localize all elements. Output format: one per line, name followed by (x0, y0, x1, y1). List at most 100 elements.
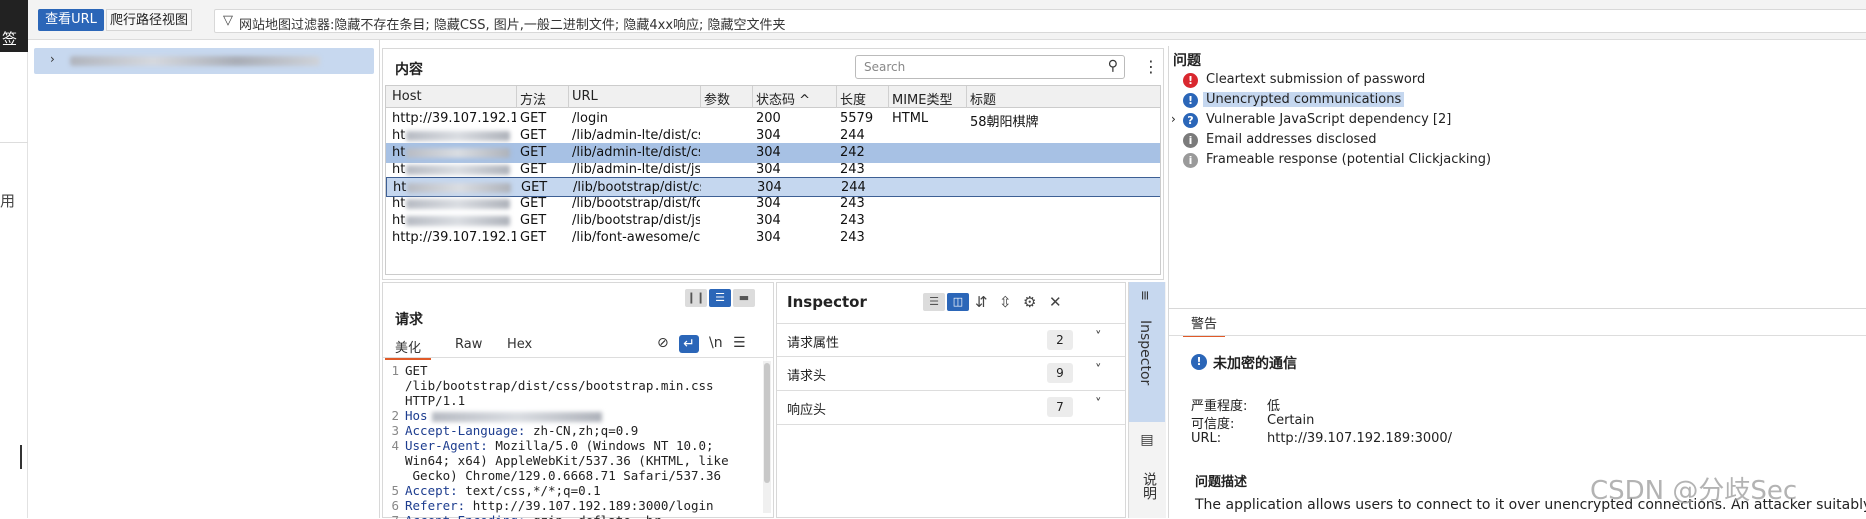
left-edge-glyph-mid: 用 (0, 192, 16, 210)
more-options-icon[interactable]: ⋮ (1143, 57, 1159, 76)
layout-split-horizontal-icon[interactable]: ☰ (709, 289, 731, 307)
side-tab-inspector[interactable]: ≡ Inspector (1129, 282, 1165, 422)
table-cell-status: 304 (756, 128, 781, 143)
column-header[interactable]: Host (392, 89, 422, 104)
header-name: Referer: (405, 498, 466, 513)
search-input[interactable]: Search ⚲ (855, 55, 1125, 79)
tab-advisory[interactable]: 警告 (1183, 313, 1226, 337)
menu-icon[interactable]: ☰ (733, 335, 746, 351)
table-cell-host: http://39.107.192.18 (392, 230, 516, 245)
table-cell-url: /lib/font-awesome/css (572, 230, 700, 245)
inspector-section-count: 2 (1047, 330, 1073, 350)
column-header[interactable]: 长度 (840, 89, 866, 108)
column-resize-handle[interactable] (516, 86, 517, 108)
table-cell-length: 243 (840, 230, 865, 245)
column-header[interactable]: 状态码 ^ (756, 89, 810, 108)
inspector-layout-panel-icon[interactable]: ◫ (947, 293, 969, 311)
request-editor[interactable]: 1 GET/lib/bootstrap/dist/css/bootstrap.mi… (383, 361, 761, 519)
url-row: URL: http://39.107.192.189:3000/ (1191, 431, 1452, 446)
left-edge-cursor (20, 445, 22, 469)
layout-split-vertical-icon[interactable]: ❙❙ (685, 289, 707, 307)
hide-eye-icon[interactable]: ⊘ (657, 335, 669, 351)
header-value: GET (405, 363, 428, 378)
url-value[interactable]: http://39.107.192.189:3000/ (1267, 431, 1452, 446)
column-header[interactable]: URL (572, 89, 598, 104)
search-icon[interactable]: ⚲ (1108, 58, 1118, 74)
inspector-section-count: 9 (1047, 363, 1073, 383)
request-scrollbar[interactable] (763, 361, 771, 513)
line-number: 2 (391, 408, 399, 423)
chevron-right-icon[interactable]: › (1171, 112, 1176, 126)
table-cell-method: GET (520, 213, 547, 228)
issue-description-heading: 问题描述 (1195, 475, 1248, 490)
tab-divider (1169, 335, 1866, 336)
redacted-host (406, 199, 510, 209)
contents-panel: 内容 Search ⚲ ⋮ Host 方法 URL 参数 状态码 ^ 长度 MIME类型 标题… (382, 48, 1164, 280)
issues-panel: 问题 ! Cleartext submission of password! Une… (1168, 46, 1866, 308)
request-panel: ❙❙ ☰ ▬ 请求 美化 Raw Hex ⊘ ↵ \n ☰ 1 GET/lib/b… (382, 282, 774, 519)
inspector-layout-list-icon[interactable]: ☰ (923, 293, 945, 311)
issue-label: Vulnerable JavaScript dependency [2] (1206, 112, 1452, 127)
crawl-path-view-button[interactable]: 爬行路径视图 (106, 9, 192, 31)
chevron-right-icon[interactable]: › (50, 52, 55, 66)
redacted-host (406, 131, 510, 141)
site-tree-item[interactable]: › (34, 48, 374, 74)
redacted-host (406, 216, 510, 226)
tab-raw[interactable]: Raw (455, 337, 482, 352)
gear-icon[interactable]: ⚙ (1023, 293, 1036, 311)
expand-all-icon[interactable]: ⇵ (975, 293, 988, 311)
layout-single-icon[interactable]: ▬ (733, 289, 755, 307)
filter-text: 网站地图过滤器:隐藏不存在条目; 隐藏CSS, 图片,一般二进制文件; 隐藏4x… (239, 18, 786, 33)
chevron-down-icon[interactable]: ˅ (1095, 363, 1102, 378)
line-number: 4 (391, 438, 399, 453)
code-line: HTTP/1.1 (405, 393, 465, 408)
inspector-section[interactable]: 请求头 9 ˅ (777, 357, 1125, 391)
column-header[interactable]: 方法 (520, 89, 546, 108)
header-value: zh-CN,zh;q=0.9 (525, 423, 639, 438)
url-label: URL: (1191, 431, 1222, 446)
column-resize-handle[interactable] (966, 86, 967, 108)
inspector-section-count: 7 (1047, 397, 1073, 417)
header-value: Win64; x64) AppleWebKit/537.36 (KHTML, l… (405, 453, 729, 468)
scrollbar-thumb[interactable] (764, 363, 770, 483)
redacted-host (70, 56, 320, 66)
severity-icon: i (1183, 153, 1198, 168)
tab-hex[interactable]: Hex (507, 337, 532, 352)
column-header[interactable]: MIME类型 (892, 89, 952, 108)
table-row[interactable]: http://39.107.192.18 GET/lib/font-awesome… (386, 228, 1160, 248)
severity-icon: ? (1183, 113, 1198, 128)
inspector-title: Inspector (787, 293, 867, 311)
collapse-all-icon[interactable]: ⇳ (999, 293, 1012, 311)
wrap-lines-icon[interactable]: ↵ (679, 335, 699, 353)
column-resize-handle[interactable] (568, 86, 569, 108)
issue-label: Unencrypted communications (1203, 92, 1405, 107)
header-name: Accept-Language: (405, 423, 526, 438)
inspector-section[interactable]: 响应头 7 ˅ (777, 391, 1125, 425)
table-cell-status: 304 (756, 213, 781, 228)
table-cell-length: 243 (840, 162, 865, 177)
column-resize-handle[interactable] (700, 86, 701, 108)
column-header[interactable]: 标题 (970, 89, 996, 108)
table-cell-host: http://39.107.192.18... (392, 111, 516, 126)
inspector-section[interactable]: 请求属性 2 ˅ (777, 323, 1125, 357)
close-icon[interactable]: ✕ (1049, 293, 1062, 311)
column-header[interactable]: 参数 (704, 89, 730, 108)
column-resize-handle[interactable] (888, 86, 889, 108)
left-edge-strip: 签 用 (0, 0, 28, 518)
header-value: http://39.107.192.189:3000/login (465, 498, 714, 513)
code-line: Accept-Language: zh-CN,zh;q=0.9 (405, 423, 638, 438)
chevron-down-icon[interactable]: ˅ (1095, 330, 1102, 345)
table-cell-status: 304 (756, 162, 781, 177)
table-cell-url: /lib/bootstrap/dist/css... (573, 180, 701, 195)
severity-icon: ! (1183, 93, 1198, 108)
show-newlines-toggle[interactable]: \n (709, 335, 723, 351)
table-cell-length: 243 (840, 196, 865, 211)
sitemap-filter-bar[interactable]: ▽ 网站地图过滤器:隐藏不存在条目; 隐藏CSS, 图片,一般二进制文件; 隐藏… (214, 9, 1866, 33)
code-line: Accept-Encoding: gzip, deflate, br (405, 513, 661, 519)
view-url-button[interactable]: 查看URL (38, 9, 104, 31)
column-resize-handle[interactable] (752, 86, 753, 108)
column-resize-handle[interactable] (836, 86, 837, 108)
chevron-down-icon[interactable]: ˅ (1095, 397, 1102, 412)
site-tree-panel: › (28, 40, 380, 518)
table-cell-length: 244 (841, 180, 866, 195)
